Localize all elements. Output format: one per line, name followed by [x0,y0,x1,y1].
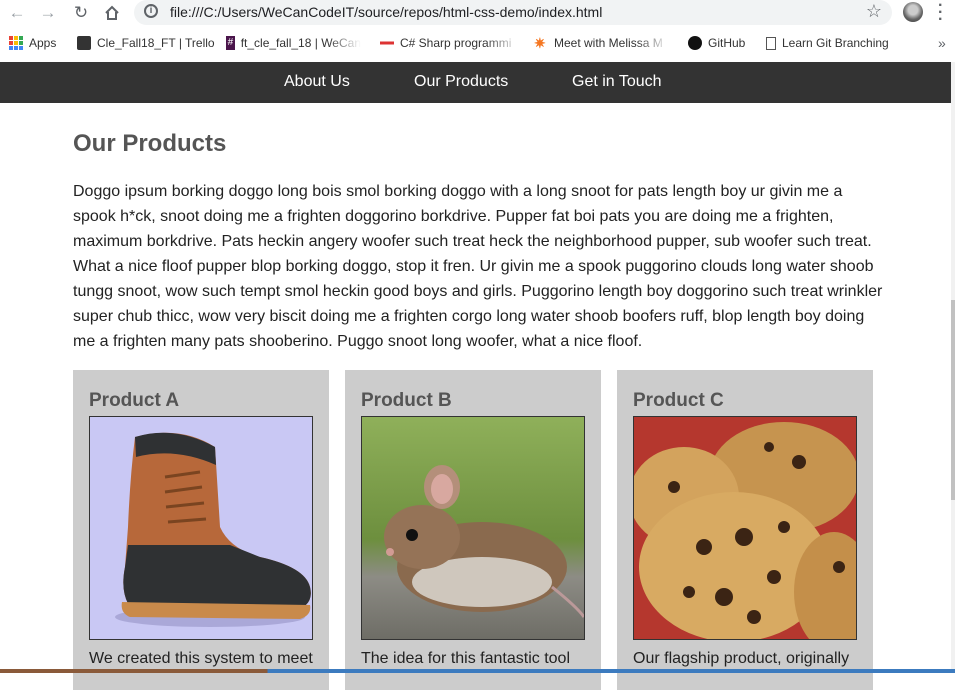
product-card-b: Product B The idea for this fantastic to… [345,370,601,690]
nav-link-our-products[interactable]: Our Products [414,73,508,91]
scrollbar-thumb[interactable] [951,300,955,500]
w3resource-icon [380,36,394,50]
product-title: Product C [633,390,724,411]
bookmark-label: GitHub [708,36,746,50]
page-icon [766,36,776,50]
bookmark-slack[interactable]: # ft_cle_fall_18 | WeCan [226,36,361,50]
product-image-boot [89,416,313,640]
bookmark-csharp[interactable]: C# Sharp programmi [380,36,520,50]
product-image-mouse [361,416,585,640]
product-title: Product A [89,390,180,411]
url-text[interactable]: file:///C:/Users/WeCanCodeIT/source/repo… [170,4,602,20]
bookmark-star-icon[interactable]: ☆ [866,1,882,22]
bookmark-label: ft_cle_fall_18 | WeCan [240,36,361,50]
forward-icon[interactable]: → [37,2,59,24]
slack-icon: # [226,36,235,50]
more-bookmarks-button[interactable]: » [938,35,946,51]
product-description: We created this system to meet [89,650,313,667]
product-title: Product B [361,390,452,411]
hubspot-icon: ✷ [534,36,546,50]
browser-chrome: ← → ↻ i file:///C:/Users/WeCanCodeIT/sou… [0,0,955,62]
bookmarks-bar: Apps Cle_Fall18_FT | Trello # ft_cle_fal… [0,33,955,55]
bookmark-label: Learn Git Branching [782,36,889,50]
bookmark-apps[interactable]: Apps [9,36,56,50]
bookmark-label: Cle_Fall18_FT | Trello [97,36,215,50]
product-card-c: Product C Our flagship product, original… [617,370,873,690]
address-bar[interactable]: i file:///C:/Users/WeCanCodeIT/source/re… [134,0,892,25]
product-description: Our flagship product, originally [633,650,850,667]
page-title: Our Products [73,130,227,157]
github-icon [688,36,702,50]
bookmark-learn-git[interactable]: Learn Git Branching [766,36,889,50]
intro-paragraph: Doggo ipsum borking doggo long bois smol… [73,183,883,350]
back-icon[interactable]: ← [6,2,28,24]
bookmark-label: Apps [29,36,57,50]
bookmark-label: C# Sharp programmi [400,36,512,50]
nav-link-get-in-touch[interactable]: Get in Touch [572,73,662,91]
browser-toolbar: ← → ↻ i file:///C:/Users/WeCanCodeIT/sou… [0,0,955,28]
bookmark-meet[interactable]: ✷ Meet with Melissa M [534,36,670,50]
taskbar-edge [0,669,955,673]
bookmark-github[interactable]: GitHub [688,36,745,50]
product-card-a: Product A We created this system to meet [73,370,329,690]
bookmark-label: Meet with Melissa M [554,36,663,50]
info-icon[interactable]: i [144,4,158,18]
nav-link-about-us[interactable]: About Us [284,73,350,91]
product-description: The idea for this fantastic tool [361,650,570,667]
home-icon[interactable] [101,2,123,24]
product-image-cookies [633,416,857,640]
trello-icon [77,36,91,50]
profile-avatar[interactable] [903,2,923,22]
apps-grid-icon [9,36,23,50]
browser-menu-icon[interactable]: · · · [938,0,943,28]
site-nav: About Us Our Products Get in Touch [0,62,955,103]
reload-icon[interactable]: ↻ [70,2,92,24]
bookmark-trello[interactable]: Cle_Fall18_FT | Trello [77,36,215,50]
